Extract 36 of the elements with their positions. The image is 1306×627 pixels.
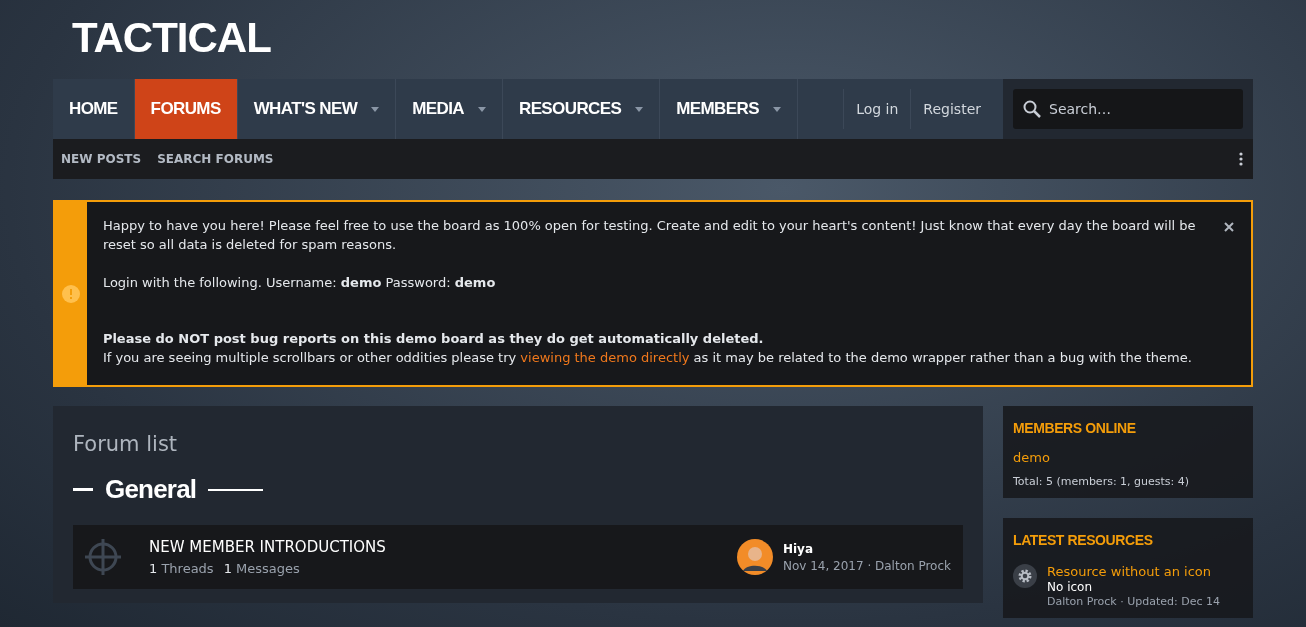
online-total: Total: 5 (members: 1, guests: 4) — [1013, 475, 1191, 488]
notice-text: Happy to have you here! Please feel free to use the board as 100% open for testing. Create and edit to your heart's content! Just know that every day the board will be reset so all data is deleted for spam reasons. — [102, 217, 1197, 254]
info-icon — [61, 284, 80, 303]
forum-title[interactable]: NEW MEMBER INTRODUCTIONS — [149, 538, 386, 556]
site-logo[interactable]: TACTICAL — [53, 0, 271, 79]
account-link[interactable]: Log in — [843, 89, 911, 129]
crosshair-icon — [83, 537, 123, 577]
nav-tab[interactable]: FORUMS — [134, 79, 238, 139]
resource-title[interactable]: Resource without an icon — [1047, 564, 1220, 579]
more-options-icon[interactable] — [1239, 152, 1243, 166]
close-icon[interactable] — [1224, 222, 1234, 232]
resource-tagline: No icon — [1047, 580, 1093, 594]
avatar-icon[interactable] — [736, 539, 773, 575]
notice-warning: Please do NOT post bug reports on this demo board as they do get automatically deleted. — [102, 330, 765, 348]
sub-nav-link[interactable]: NEW POSTS — [61, 152, 142, 166]
sub-nav-link[interactable]: SEARCH FORUMS — [157, 152, 274, 166]
resource-meta: Dalton Prock · Updated: Dec 14 — [1047, 595, 1220, 608]
last-post-meta: Nov 14, 2017 · Dalton Prock — [782, 558, 951, 573]
caret-icon — [772, 106, 781, 112]
account-link[interactable]: Register — [910, 89, 993, 129]
last-post-title[interactable]: Hiya — [782, 541, 951, 556]
block-title: LATEST RESOURCES — [1013, 532, 1154, 548]
caret-icon — [477, 106, 486, 112]
gear-icon — [1013, 564, 1037, 588]
message-count: 1 Messages — [223, 561, 300, 576]
member-link[interactable]: demo — [1013, 450, 1243, 465]
search-field[interactable]: Search… — [1013, 89, 1243, 129]
thread-count: 1 Threads — [149, 561, 214, 576]
page-title: Forum list — [73, 432, 179, 456]
category-title[interactable]: General — [105, 474, 197, 505]
caret-icon — [635, 106, 644, 112]
caret-icon — [371, 106, 380, 112]
block-title: MEMBERS ONLINE — [1013, 420, 1137, 436]
notice-text: Login with the following. Username: demo Password: demo — [102, 274, 497, 292]
notice-text: If you are seeing multiple scrollbars or other oddities please try viewing the demo directly as it may be related to the demo wrapper rather than a bug with the theme. — [102, 349, 1193, 367]
demo-link[interactable]: viewing the demo directly — [520, 350, 690, 365]
